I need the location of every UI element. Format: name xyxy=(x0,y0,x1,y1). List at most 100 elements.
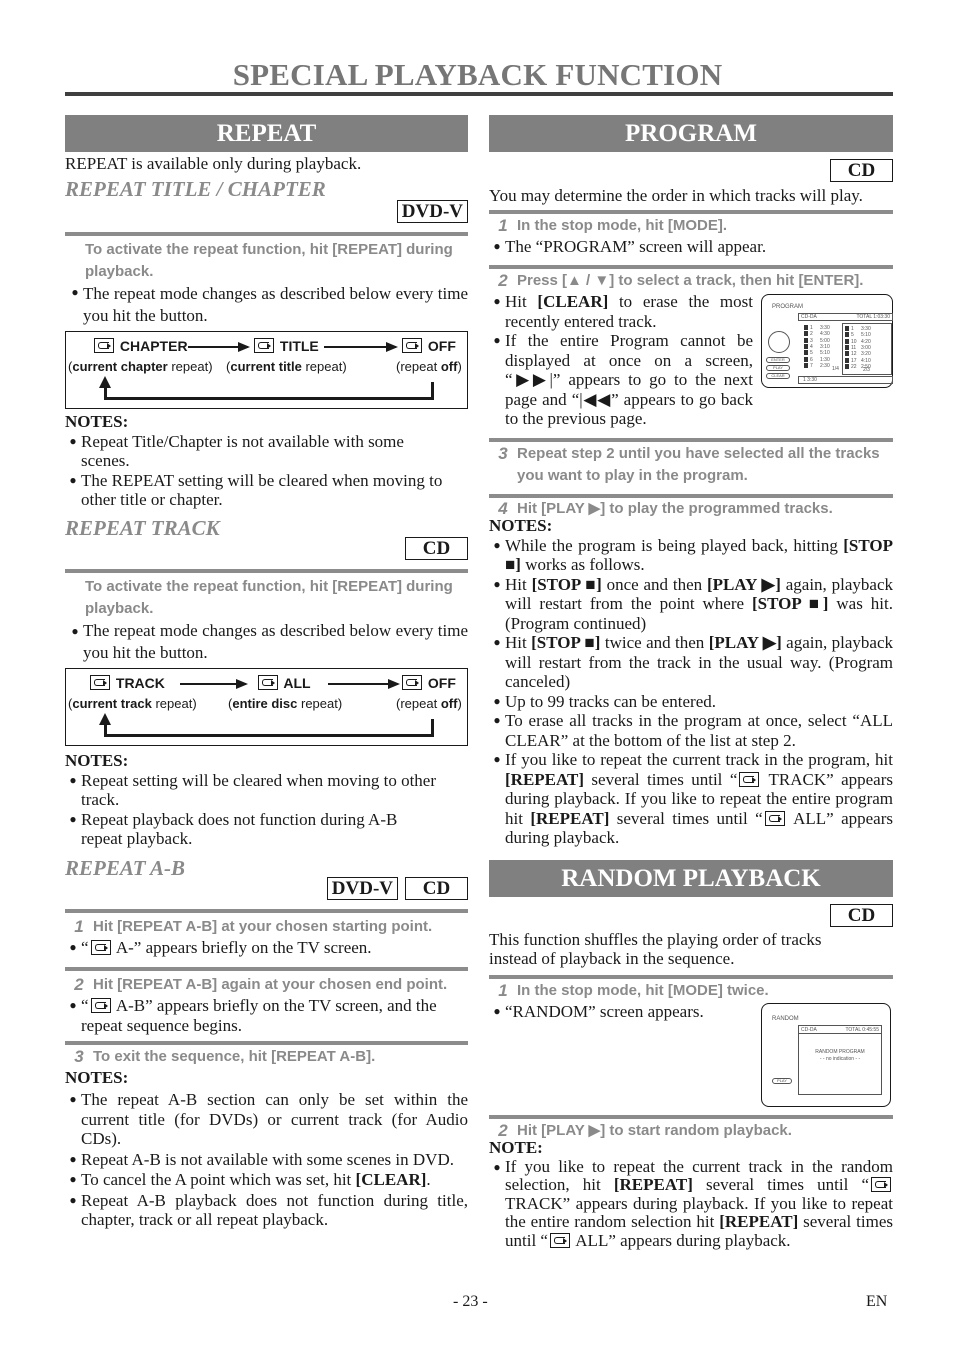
screen-track-row: 5 5:10 xyxy=(804,350,830,356)
notes-heading: NOTES: xyxy=(65,750,129,770)
bullet-icon: ● xyxy=(493,1003,501,1018)
bullet-icon: ● xyxy=(493,537,501,552)
divider xyxy=(65,1041,468,1045)
screen-track-row: 10 4:20 xyxy=(845,338,871,345)
screen-title: RANDOM xyxy=(772,1015,799,1022)
note-item: ● The REPEAT setting will be cleared when… xyxy=(65,471,468,510)
note-item: ● To erase all tracks in the program at o… xyxy=(489,711,893,750)
tc-bullet: ● The repeat mode changes as described b… xyxy=(65,283,468,327)
screen-track-row: 1 3:30 xyxy=(804,325,830,331)
bullet-icon: ● xyxy=(493,1159,501,1174)
screen-track-row: 11 3:00 xyxy=(845,344,871,351)
repeat-title-chapter-heading: REPEAT TITLE / CHAPTER xyxy=(65,176,326,201)
ab-step-3: 3 To exit the sequence, hit [REPEAT A-B]. xyxy=(74,1047,376,1066)
tag-dvd-v: DVD-V xyxy=(326,876,398,900)
tag-cd: CD xyxy=(830,159,893,182)
program-column: PROGRAM CD You may determine the order i… xyxy=(489,115,893,1250)
screen-track-row: 5 5:10 xyxy=(845,332,871,338)
note-item: ● Repeat A-B playback does not function d… xyxy=(65,1191,468,1230)
bullet-icon: ● xyxy=(69,811,77,826)
tag-dvd-v: DVD-V xyxy=(396,199,468,223)
bullet-icon: ● xyxy=(69,1092,77,1106)
divider xyxy=(489,209,893,214)
bullet-icon: ● xyxy=(69,772,77,787)
loop-arrow-icon xyxy=(104,381,434,400)
divider xyxy=(65,231,468,236)
bullet-icon: ● xyxy=(493,294,501,308)
screen-track-row: 7 2:30 xyxy=(804,362,830,369)
bullet-icon: ● xyxy=(493,713,501,727)
bullet-icon: ● xyxy=(71,284,79,299)
screen-clear-button: CLEAR xyxy=(766,373,790,379)
ab-step-2: 2 Hit [REPEAT A-B] again at your chosen e… xyxy=(74,975,448,994)
screen-track-row: 4 3:10 xyxy=(804,343,830,350)
flow-caption: (current chapter repeat) xyxy=(68,358,213,374)
screen-track-row: 3 5:00 xyxy=(804,337,830,344)
bullet-icon: ● xyxy=(493,238,501,253)
screen-current-track: 1 3:30 xyxy=(798,376,893,384)
arrow-icon xyxy=(188,341,250,352)
random-banner: RANDOM PLAYBACK xyxy=(489,859,893,897)
screen-play-button: PLAY xyxy=(766,365,790,371)
flow-caption: (current track repeat) xyxy=(68,695,197,711)
screen-header: CD-DA TOTAL 1:03:30 xyxy=(798,313,893,321)
program-step-2-body: ● Hit [CLEAR] to erase the most recently … xyxy=(489,292,893,429)
bullet-icon: ● xyxy=(493,333,501,347)
screen-track-row: 6 1:30 xyxy=(804,356,830,363)
repeat-icon xyxy=(402,337,422,353)
divider xyxy=(489,974,893,979)
bullet-icon: ● xyxy=(69,1192,77,1207)
loop-arrow-icon xyxy=(104,718,434,737)
flow-caption: (current title repeat) xyxy=(226,358,347,374)
flow-node-chapter: CHAPTER xyxy=(92,337,188,354)
note-item: ● Up to 99 tracks can be entered. xyxy=(489,692,893,712)
ab-step-1-bullet: ● “ A-” appears briefly on the TV screen. xyxy=(65,938,468,958)
program-tags: CD xyxy=(489,159,893,182)
program-bullet: ● Hit [CLEAR] to erase the most recently … xyxy=(489,292,753,331)
bullet-icon: ● xyxy=(69,939,77,954)
tag-cd: CD xyxy=(830,903,893,927)
arrow-icon xyxy=(180,678,248,689)
random-step-1: 1 In the stop mode, hit [MODE] twice. xyxy=(498,980,769,1000)
program-step-3: 3 Repeat step 2 until you have selected a… xyxy=(498,443,880,484)
note-item: ● Repeat playback does not function durin… xyxy=(65,810,468,849)
flow-node-off: OFF xyxy=(400,337,456,354)
repeat-column: REPEAT REPEAT is available only during p… xyxy=(65,115,468,1230)
screen-enter-button: ENTER xyxy=(766,357,790,363)
tc-tags: DVD-V xyxy=(65,199,468,223)
track-instruction: To activate the repeat function, hit [RE… xyxy=(85,577,453,617)
flow-caption: (repeat off) xyxy=(396,358,462,374)
screen-track-row: 1 3:30 xyxy=(845,326,871,332)
program-notes: ● While the program is being played back,… xyxy=(489,536,893,848)
repeat-icon xyxy=(871,1177,891,1192)
page-number: - 23 - xyxy=(453,1293,488,1310)
repeat-icon xyxy=(402,674,422,690)
random-tags: CD xyxy=(489,903,893,927)
title-rule xyxy=(65,92,893,96)
screen-track-row: 2 4:30 xyxy=(804,331,830,337)
language-label: EN xyxy=(866,1293,888,1310)
tc-instruction: To activate the repeat function, hit [RE… xyxy=(85,240,453,280)
note-item: ● Repeat Title/Chapter is not available w… xyxy=(65,432,468,471)
note-item: ● Hit [STOP ■] once and then [PLAY ▶] aga… xyxy=(489,575,893,634)
repeat-icon xyxy=(764,810,785,826)
bullet-icon: ● xyxy=(71,623,79,638)
program-step-1-bullet: ● The “PROGRAM” screen will appear. xyxy=(489,237,893,257)
repeat-icon xyxy=(739,771,760,787)
repeat-icon xyxy=(549,1232,570,1248)
notes-heading: NOTES: xyxy=(65,1068,129,1087)
flow-node-all: ALL xyxy=(256,674,311,691)
screen-title: PROGRAM xyxy=(772,304,804,310)
bullet-icon: ● xyxy=(69,1172,77,1186)
repeat-icon xyxy=(254,337,274,353)
repeat-icon xyxy=(90,939,111,955)
screen-panel: CD-DA TOTAL 0:45:55 RANDOM PROGRAM - - n… xyxy=(798,1024,882,1095)
flow-caption: (repeat off) xyxy=(396,695,462,711)
tag-cd: CD xyxy=(405,536,468,560)
ab-step-1: 1 Hit [REPEAT A-B] at your chosen startin… xyxy=(74,916,433,936)
bullet-icon: ● xyxy=(493,635,501,649)
bullet-icon: ● xyxy=(493,752,501,766)
program-bullet: ● If the entire Program cannot be display… xyxy=(489,331,753,429)
bullet-icon: ● xyxy=(69,433,77,448)
repeat-icon xyxy=(258,674,278,690)
